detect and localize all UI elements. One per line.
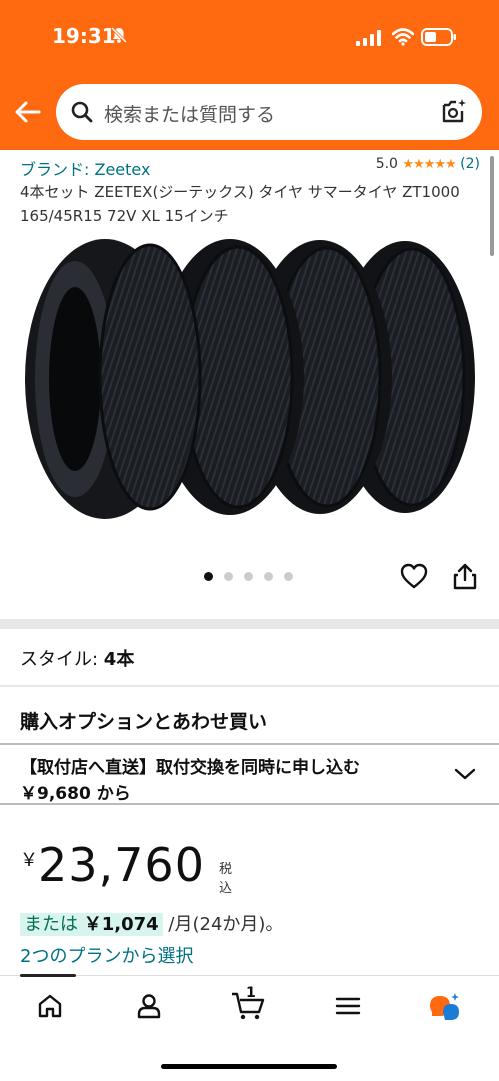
product-image[interactable] [20,234,480,524]
options-heading: 購入オプションとあわせ買い [20,711,268,733]
active-tab-indicator [20,974,76,977]
status-bar: 19:31 [0,0,499,70]
price-currency: ￥ [20,850,38,871]
bell-muted-icon [110,26,128,44]
pager-dot[interactable] [284,572,293,581]
rating-count: (2) [460,156,480,172]
divider [0,685,499,687]
installation-option-price: ￥9,680 から [20,784,131,804]
installment-suffix: /月(24か月)。 [168,914,284,935]
search-icon [71,101,93,123]
tax-label: 税込 [219,862,233,896]
home-icon[interactable] [36,992,64,1020]
header: 19:31 検索または質問する [0,0,499,150]
plans-link[interactable]: 2つのプランから選択 [20,942,193,968]
account-icon[interactable] [135,992,163,1020]
chevron-down-icon[interactable] [454,767,476,781]
pager-dot[interactable] [244,572,253,581]
pager-dot[interactable] [264,572,273,581]
section-divider [0,619,499,629]
style-value: 4本 [103,649,135,670]
rufus-icon[interactable] [428,992,462,1022]
cart-count: 1 [246,985,256,1001]
rating-value: 5.0 [375,156,398,172]
style-label: スタイル: [20,649,104,670]
battery-icon [421,28,456,46]
pager-dot[interactable] [224,572,233,581]
home-indicator [161,1064,337,1069]
scrollbar[interactable] [490,156,494,256]
share-icon[interactable] [452,562,478,590]
heart-icon[interactable] [400,563,428,589]
cart-button[interactable]: 1 [230,985,266,1022]
installment-info: または ￥1,074 /月(24か月)。 [20,910,283,936]
installation-option[interactable]: 【取付店へ直送】取付交換を同時に申し込む ￥9,680 から [0,743,499,805]
rating-stars: ★★★★★ [402,157,456,172]
price-amount: 23,760 [38,838,205,892]
brand-row: ブランド: Zeetex 5.0 ★★★★★ (2) [20,156,480,180]
camera-search-icon[interactable] [440,97,468,125]
installment-highlight: または ￥1,074 [20,913,163,936]
brand-link[interactable]: ブランド: Zeetex [20,160,150,179]
style-selector[interactable]: スタイル: 4本 [20,645,134,671]
status-time: 19:31 [52,24,116,48]
product-title: 4本セット ZEETEX(ジーテックス) タイヤ サマータイヤ ZT1000 1… [20,183,460,225]
wifi-icon [392,28,414,46]
tire-1 [25,239,202,519]
search-input[interactable]: 検索または質問する [104,100,275,127]
bottom-tab-bar: 1 [0,974,499,1081]
back-arrow-icon[interactable] [14,98,42,126]
menu-icon[interactable] [334,992,362,1020]
cellular-signal-icon [356,30,381,46]
search-bar[interactable]: 検索または質問する [56,84,482,140]
installation-option-title: 【取付店へ直送】取付交換を同時に申し込む [20,758,360,778]
pager-dot[interactable] [204,572,213,581]
installment-prefix: または [24,914,78,935]
installment-amount: ￥1,074 [83,914,159,935]
rating-summary[interactable]: 5.0 ★★★★★ (2) [376,156,480,172]
